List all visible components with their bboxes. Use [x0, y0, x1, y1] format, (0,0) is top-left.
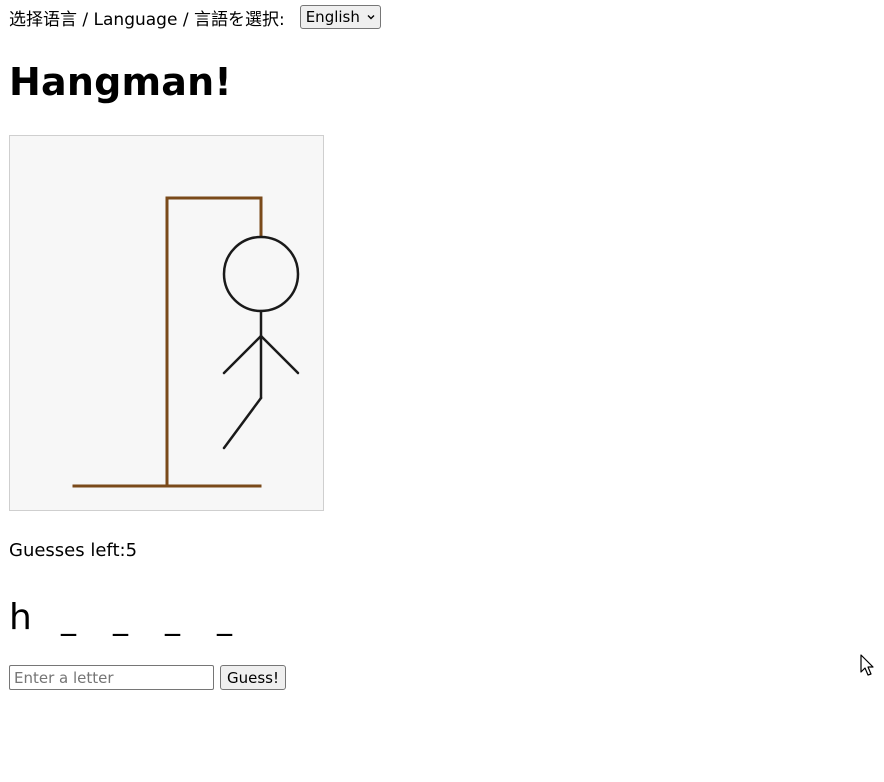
letter-input[interactable] [9, 665, 214, 690]
language-selected-value: English [305, 8, 360, 26]
word-slot: h [9, 597, 32, 638]
chevron-down-icon [367, 15, 375, 20]
page: 选择语言 / Language / 言語を選択: English Hangman… [0, 0, 884, 782]
figure-left-leg [222, 396, 263, 450]
guess-form: Guess! [9, 665, 287, 690]
guesses-left: Guesses left:5 [9, 539, 137, 563]
language-select[interactable]: English [299, 5, 381, 29]
hangman-canvas [9, 135, 324, 511]
figure-right-arm [259, 334, 300, 375]
guesses-left-value: 5 [125, 540, 138, 561]
word-slot: _ [217, 602, 232, 637]
figure-left-arm [222, 334, 263, 375]
mouse-cursor-icon [860, 654, 874, 676]
word-slot: _ [113, 602, 128, 637]
word-slot: _ [61, 602, 76, 637]
guess-button[interactable]: Guess! [220, 665, 287, 690]
guesses-left-label: Guesses left: [9, 540, 126, 561]
hangman-drawing [72, 196, 300, 488]
page-title: Hangman! [9, 60, 232, 104]
language-row: 选择语言 / Language / 言語を選択: English [9, 4, 381, 30]
word-display: h _ _ _ _ [9, 590, 269, 640]
word-slot: _ [165, 602, 180, 637]
language-label: 选择语言 / Language / 言語を選択: [9, 9, 285, 30]
figure-head [222, 235, 300, 313]
